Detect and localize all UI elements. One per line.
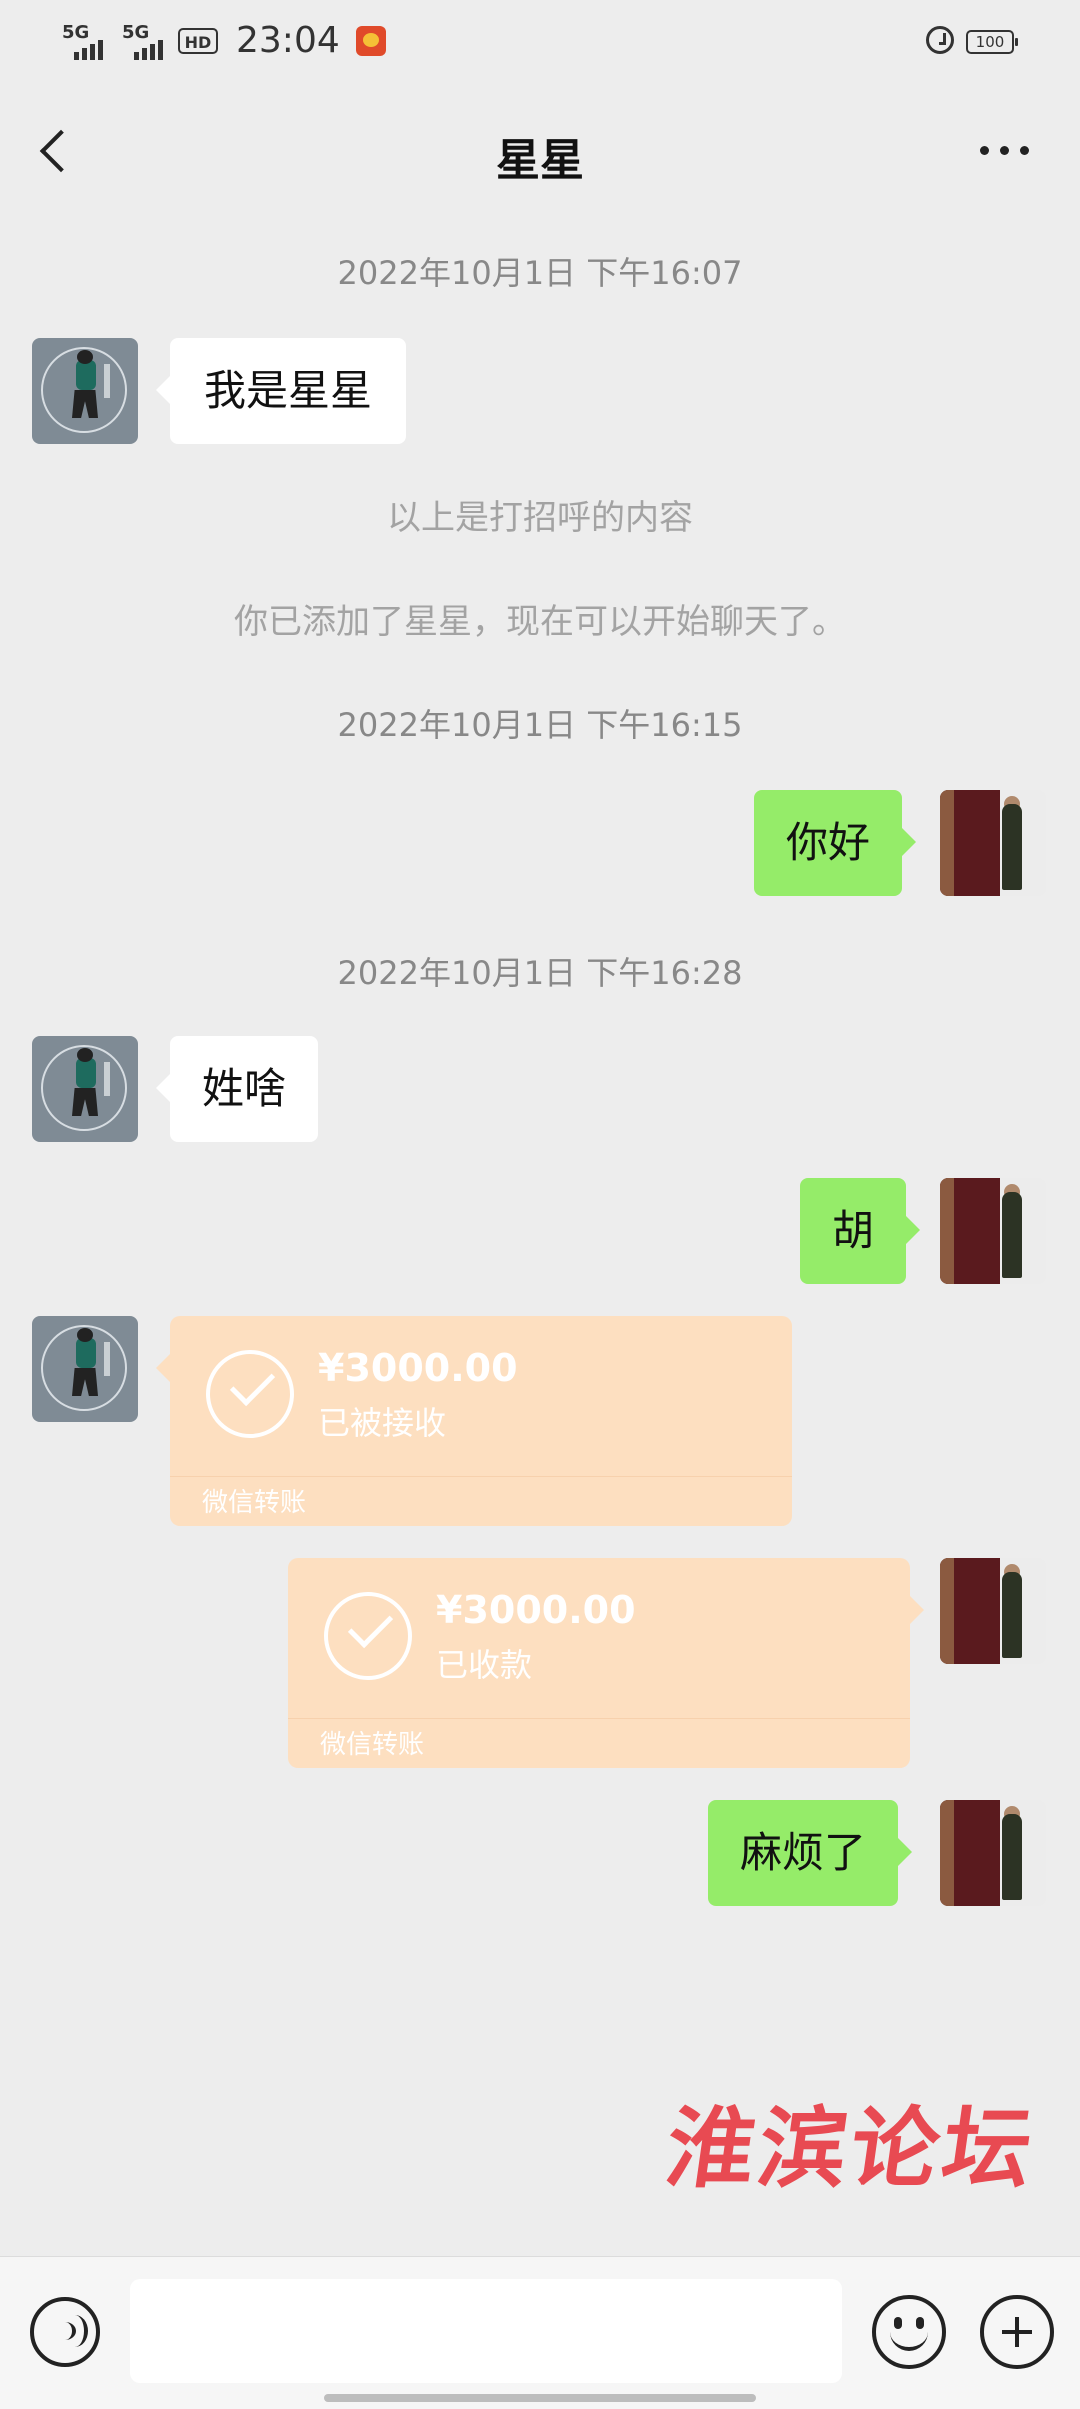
my-avatar[interactable] — [940, 1178, 1046, 1284]
message-input[interactable] — [130, 2279, 842, 2383]
contact-avatar[interactable] — [32, 1316, 138, 1422]
app-notification-icon — [356, 26, 386, 56]
my-avatar[interactable] — [940, 1558, 1046, 1664]
emoji-icon[interactable] — [872, 2295, 946, 2369]
received-message[interactable]: 姓啥 — [155, 1036, 319, 1142]
clock: 23:04 — [236, 20, 340, 61]
check-icon — [324, 1592, 412, 1680]
transfer-amount: ¥3000.00 — [318, 1346, 518, 1390]
sent-message[interactable]: 麻烦了 — [708, 1800, 913, 1906]
received-message[interactable]: 我是星星 — [155, 338, 407, 444]
input-bar — [0, 2256, 1080, 2409]
transfer-amount: ¥3000.00 — [436, 1588, 636, 1632]
transfer-status: 已被接收 — [318, 1404, 447, 1442]
contact-avatar[interactable] — [32, 1036, 138, 1142]
timestamp: 2022年10月1日 下午16:15 — [337, 706, 743, 744]
voice-icon[interactable] — [30, 2297, 100, 2367]
sent-message[interactable]: 胡 — [800, 1178, 921, 1284]
chat-title: 星星 — [496, 135, 584, 186]
more-icon[interactable] — [966, 120, 1046, 180]
contact-avatar[interactable] — [32, 338, 138, 444]
transfer-card-received[interactable]: ¥3000.00 已被接收 微信转账 — [156, 1316, 792, 1526]
transfer-card-sent[interactable]: ¥3000.00 已收款 微信转账 — [288, 1558, 924, 1768]
system-notice: 以上是打招呼的内容 — [387, 498, 693, 538]
hd-icon: HD — [178, 28, 218, 54]
plus-icon[interactable] — [980, 2295, 1054, 2369]
chat-header: 星星 — [0, 90, 1080, 210]
alarm-icon — [926, 26, 954, 54]
battery-icon: 100 — [966, 30, 1018, 54]
my-avatar[interactable] — [940, 1800, 1046, 1906]
check-icon — [206, 1350, 294, 1438]
system-notice: 你已添加了星星，现在可以开始聊天了。 — [234, 602, 846, 642]
sent-message[interactable]: 你好 — [754, 790, 917, 896]
transfer-status: 已收款 — [436, 1646, 533, 1684]
transfer-source: 微信转账 — [202, 1488, 307, 1518]
watermark: 淮滨论坛 — [659, 2096, 1043, 2200]
home-indicator[interactable] — [324, 2394, 756, 2402]
status-bar: 5G 5G HD 23:04 100 — [0, 0, 1080, 90]
timestamp: 2022年10月1日 下午16:07 — [337, 254, 743, 292]
transfer-source: 微信转账 — [320, 1730, 425, 1760]
my-avatar[interactable] — [940, 790, 1046, 896]
timestamp: 2022年10月1日 下午16:28 — [337, 954, 743, 992]
